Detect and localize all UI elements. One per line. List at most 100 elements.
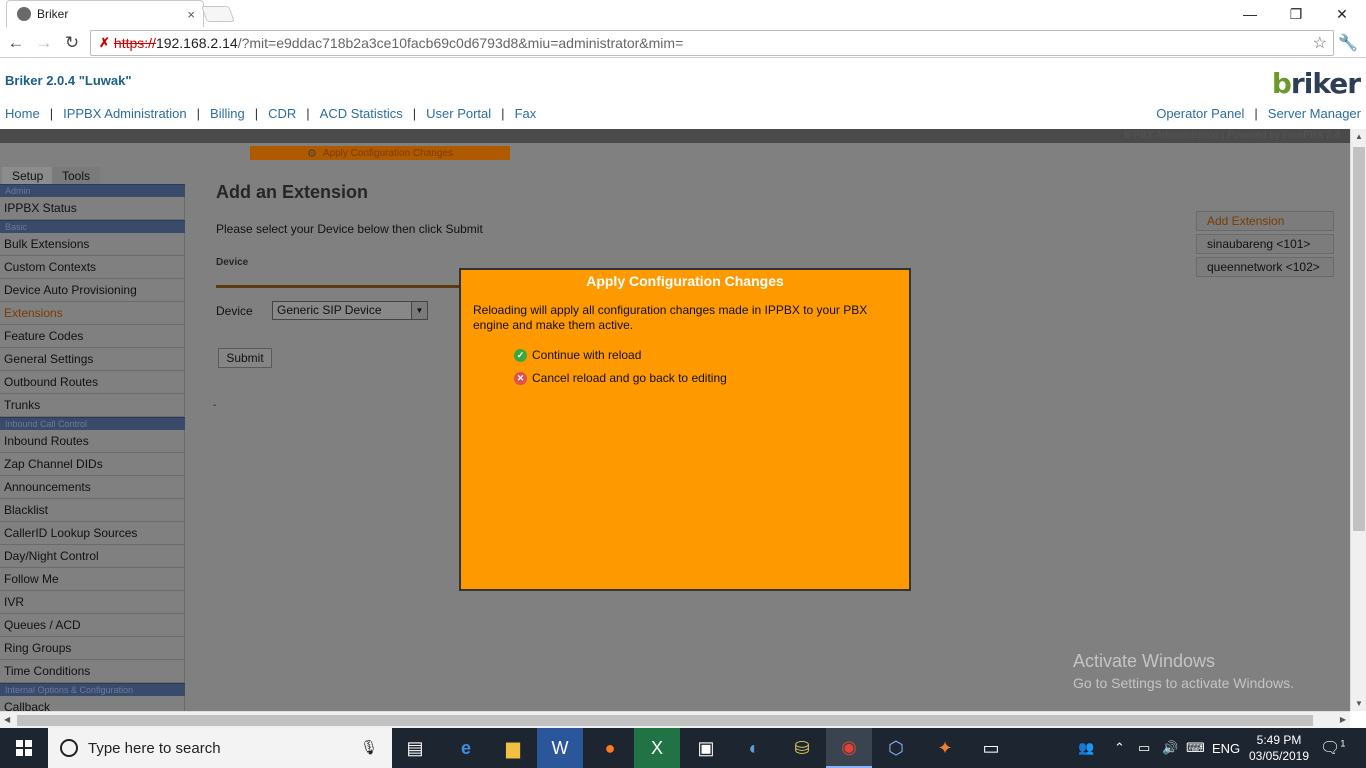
sidebar-item-feature-codes[interactable]: Feature Codes (0, 325, 185, 348)
horizontal-scroll-thumb[interactable] (17, 715, 1313, 726)
sidebar-item-day-night-control[interactable]: Day/Night Control (0, 545, 185, 568)
scroll-left-icon[interactable]: ◀ (4, 715, 10, 724)
sidebar-item-ring-groups[interactable]: Ring Groups (0, 637, 185, 660)
virtualbox-icon[interactable]: ⬡ (873, 728, 919, 768)
sidebar-item-bulk-extensions[interactable]: Bulk Extensions (0, 233, 185, 256)
sidebar-item-announcements[interactable]: Announcements (0, 476, 185, 499)
nav-operator-panel[interactable]: Operator Panel (1156, 106, 1244, 121)
checkmark-icon: ✓ (514, 348, 527, 362)
nav-server-manager[interactable]: Server Manager (1268, 106, 1361, 121)
sidebar-item-ippbx-status[interactable]: IPPBX Status (0, 197, 185, 220)
putty-icon[interactable]: ✦ (922, 728, 968, 768)
winbox-icon[interactable]: ▣ (683, 728, 729, 768)
apply-config-bar[interactable]: ⚙ Apply Configuration Changes (250, 146, 510, 160)
sidebar-item-blacklist[interactable]: Blacklist (0, 499, 185, 522)
microphone-icon[interactable]: 🎙 (360, 739, 378, 756)
sidebar-item-device-auto-provisioning[interactable]: Device Auto Provisioning (0, 279, 185, 302)
sidebar-item-general-settings[interactable]: General Settings (0, 348, 185, 371)
app-icon[interactable]: ◐ (731, 728, 777, 768)
sidebar-item-callback[interactable]: Callback (0, 696, 185, 711)
cortana-icon (60, 739, 78, 757)
taskbar-search[interactable]: Type here to search 🎙 (48, 728, 392, 768)
scroll-right-icon[interactable]: ▶ (1340, 715, 1346, 724)
task-view-icon[interactable]: ▤ (392, 728, 438, 768)
extension-item[interactable]: queennetwork <102> (1196, 257, 1334, 277)
word-icon[interactable]: W (537, 728, 583, 768)
extensions-list: Add Extension sinaubareng <101> queennet… (1196, 211, 1334, 280)
nav-acd-statistics[interactable]: ACD Statistics (320, 106, 403, 121)
continue-reload-label: Continue with reload (532, 348, 642, 362)
file-explorer-icon[interactable]: ▆ (490, 728, 536, 768)
bookmark-star-icon[interactable]: ☆ (1313, 33, 1327, 53)
nav-fax[interactable]: Fax (515, 106, 537, 121)
tab-close-icon[interactable]: × (187, 7, 195, 22)
sidebar-item-time-conditions[interactable]: Time Conditions (0, 660, 185, 683)
minimize-button[interactable]: — (1227, 0, 1273, 28)
forward-icon[interactable]: → (33, 32, 55, 54)
network-app-icon[interactable]: ⛁ (779, 728, 825, 768)
url-path: /?mit=e9ddac718b2a3ce10facb69c0d6793d8&m… (237, 35, 684, 51)
extension-item[interactable]: sinaubareng <101> (1196, 234, 1334, 254)
taskbar-clock[interactable]: 5:49 PM 03/05/2019 (1240, 732, 1318, 764)
continue-reload-link[interactable]: ✓ Continue with reload (514, 348, 641, 362)
chrome-icon[interactable]: ◉ (826, 728, 872, 768)
nav-cdr[interactable]: CDR (268, 106, 296, 121)
tab-setup[interactable]: Setup (2, 167, 54, 184)
battery-icon[interactable]: ▭ (1138, 728, 1150, 768)
apply-config-dialog: Apply Configuration Changes Reloading wi… (459, 268, 911, 591)
scroll-up-icon[interactable]: ▲ (1355, 132, 1363, 141)
cancel-reload-link[interactable]: ✕ Cancel reload and go back to editing (514, 371, 727, 385)
submit-button[interactable]: Submit (218, 348, 272, 368)
back-icon[interactable]: ← (5, 32, 27, 54)
edge-icon[interactable]: e (443, 728, 489, 768)
browser-tab[interactable]: Briker × (6, 0, 204, 27)
nav-billing[interactable]: Billing (210, 106, 245, 121)
wrench-menu-icon[interactable]: 🔧 (1338, 33, 1358, 53)
vertical-scrollbar[interactable]: ▲ ▼ (1350, 129, 1366, 711)
add-extension-link[interactable]: Add Extension (1196, 211, 1334, 231)
excel-icon[interactable]: X (634, 728, 680, 768)
nav-separator: | (196, 106, 201, 121)
firefox-icon[interactable]: ● (587, 728, 633, 768)
sidebar-item-custom-contexts[interactable]: Custom Contexts (0, 256, 185, 279)
sidebar-item-callerid-lookup-sources[interactable]: CallerID Lookup Sources (0, 522, 185, 545)
people-icon[interactable]: 👥 (1078, 728, 1094, 768)
sidebar-item-inbound-routes[interactable]: Inbound Routes (0, 430, 185, 453)
device-select[interactable]: Generic SIP Device ▼ (272, 301, 428, 320)
url-host: 192.168.2.14 (155, 35, 238, 51)
nav-home[interactable]: Home (5, 106, 40, 121)
section-divider (216, 285, 466, 288)
sidebar-item-trunks[interactable]: Trunks (0, 394, 185, 417)
nav-ippbx-administration[interactable]: IPPBX Administration (63, 106, 187, 121)
vertical-scroll-thumb[interactable] (1353, 147, 1365, 531)
tab-title: Briker (37, 7, 69, 21)
horizontal-scrollbar[interactable]: ◀ ▶ (0, 711, 1350, 728)
logo-rest: riker (1290, 67, 1361, 100)
address-bar[interactable]: ✗ https:// 192.168.2.14 /?mit=e9ddac718b… (90, 30, 1334, 56)
show-hidden-icons-chevron-icon[interactable]: ⌃ (1114, 728, 1125, 768)
chevron-down-icon[interactable]: ▼ (411, 302, 427, 319)
volume-icon[interactable]: 🔊 (1162, 728, 1178, 768)
close-window-button[interactable]: ✕ (1319, 0, 1365, 28)
reload-icon[interactable]: ↻ (61, 32, 83, 54)
new-tab-button[interactable] (201, 6, 235, 22)
network-icon[interactable]: ⌨ (1186, 728, 1205, 768)
sidebar-item-outbound-routes[interactable]: Outbound Routes (0, 371, 185, 394)
clock-date: 03/05/2019 (1248, 749, 1310, 763)
sidebar-item-ivr[interactable]: IVR (0, 591, 185, 614)
sidebar-item-zap-channel-dids[interactable]: Zap Channel DIDs (0, 453, 185, 476)
app-title: Briker 2.0.4 "Luwak" (5, 73, 132, 88)
restore-button[interactable]: ❐ (1273, 0, 1319, 28)
action-center-icon[interactable]: 🗨1 (1320, 738, 1345, 758)
nav-user-portal[interactable]: User Portal (426, 106, 491, 121)
start-button[interactable] (0, 728, 48, 768)
sidebar-item-extensions[interactable]: Extensions (0, 302, 185, 325)
tab-tools[interactable]: Tools (52, 167, 101, 184)
terminal-icon[interactable]: ▭ (968, 728, 1014, 768)
briker-logo: briker (1272, 67, 1361, 100)
scroll-down-icon[interactable]: ▼ (1355, 699, 1363, 708)
language-indicator[interactable]: ENG (1212, 728, 1240, 768)
sidebar-item-queues-acd[interactable]: Queues / ACD (0, 614, 185, 637)
sidebar-section-admin: Admin (0, 184, 185, 197)
sidebar-item-follow-me[interactable]: Follow Me (0, 568, 185, 591)
